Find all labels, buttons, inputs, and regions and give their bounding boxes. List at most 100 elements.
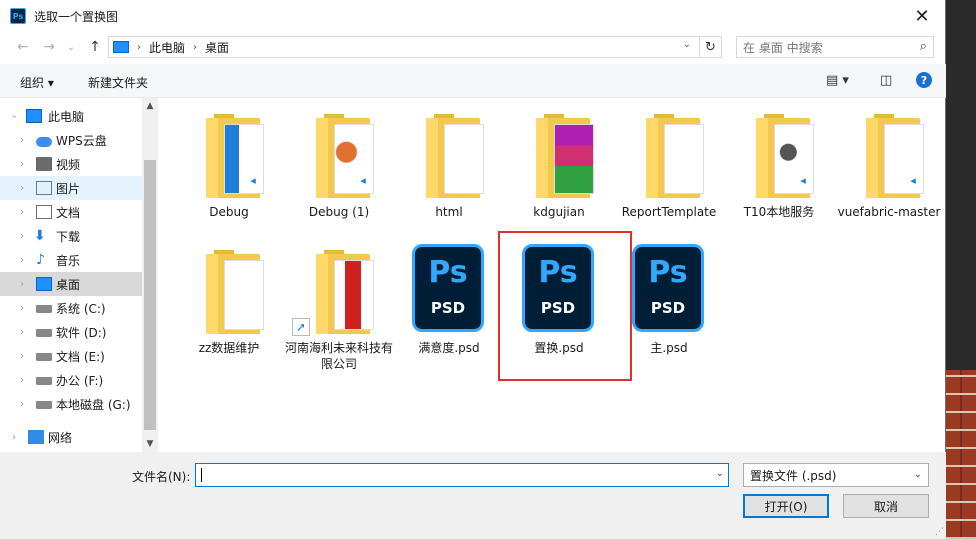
psd-icon-label: PSD <box>650 299 686 317</box>
file-item-html[interactable]: html <box>394 98 504 238</box>
download-icon: ⬇ <box>34 228 46 244</box>
breadcrumb-pc[interactable]: 此电脑 <box>149 39 185 56</box>
chevron-right-icon[interactable]: › <box>20 303 24 314</box>
organize-button[interactable]: 组织 ▾ <box>20 74 54 91</box>
sidebar-item-label: 此电脑 <box>48 109 85 124</box>
picture-icon <box>36 181 52 195</box>
sidebar-item-label: 桌面 <box>56 277 81 292</box>
chevron-right-icon[interactable]: › <box>12 432 16 443</box>
sidebar-item-label: 软件 (D:) <box>56 325 107 340</box>
drive-icon <box>36 353 52 361</box>
chevron-right-icon[interactable]: › <box>20 207 24 218</box>
folder-icon <box>646 114 710 198</box>
breadcrumb-desktop[interactable]: 桌面 <box>205 39 229 56</box>
refresh-button[interactable]: ↻ <box>699 37 721 57</box>
help-icon[interactable]: ? <box>916 72 932 88</box>
back-button[interactable]: ← <box>12 36 34 58</box>
chevron-right-icon[interactable]: › <box>20 399 24 410</box>
chevron-right-icon[interactable]: › <box>20 135 24 146</box>
shortcut-arrow-icon: ➚ <box>292 318 310 336</box>
search-icon[interactable]: ⌕ <box>920 39 927 54</box>
filetype-select[interactable]: 置换文件 (.psd) ⌄ <box>743 463 929 487</box>
navigation-pane: › 此电脑 › WPS云盘 › 视频 › 图片 › 文档 › ⬇ 下载 › ♪ … <box>0 98 158 452</box>
scroll-up-button[interactable]: ▲ <box>142 98 158 114</box>
close-button[interactable]: ✕ <box>899 0 945 32</box>
filetype-value: 置换文件 (.psd) <box>750 468 837 483</box>
folder-icon: ◂ <box>756 114 820 198</box>
chevron-right-icon[interactable]: › <box>20 327 24 338</box>
psd-icon-label: PSD <box>430 299 466 317</box>
title-bar: Ps 选取一个置换图 ✕ <box>0 0 945 32</box>
document-icon <box>36 205 52 219</box>
file-item-debug-1[interactable]: ◂ Debug (1) <box>284 98 394 238</box>
sidebar-item-label: 系统 (C:) <box>56 301 106 316</box>
search-input[interactable]: 在 桌面 中搜索 ⌕ <box>736 36 934 58</box>
file-item-t10-service[interactable]: ◂ T10本地服务 <box>724 98 834 238</box>
sidebar-item-label: 音乐 <box>56 253 81 268</box>
sidebar-item-pc[interactable]: › 此电脑 <box>0 104 142 128</box>
sidebar-item-wps-cloud[interactable]: › WPS云盘 <box>0 128 142 152</box>
sidebar-item-documents[interactable]: › 文档 <box>0 200 142 224</box>
filename-input[interactable]: ⌄ <box>195 463 729 487</box>
scrollbar-thumb[interactable] <box>144 160 156 430</box>
chevron-right-icon[interactable]: › <box>20 375 24 386</box>
photoshop-file-icon: Ps PSD <box>412 244 484 332</box>
chevron-right-icon[interactable]: › <box>20 255 24 266</box>
chevron-down-icon[interactable]: ⌄ <box>914 469 922 480</box>
view-options-icon[interactable]: ▤ ▾ <box>826 73 849 88</box>
psd-icon-ps: Ps <box>428 255 468 290</box>
sidebar-item-label: 本地磁盘 (G:) <box>56 397 131 412</box>
open-button[interactable]: 打开(O) <box>743 494 829 518</box>
sidebar-item-drive-d[interactable]: › 软件 (D:) <box>0 320 142 344</box>
chevron-down-icon[interactable]: › <box>9 114 20 118</box>
highlight-box <box>498 231 632 381</box>
sidebar-item-drive-f[interactable]: › 办公 (F:) <box>0 368 142 392</box>
sidebar-item-drive-e[interactable]: › 文档 (E:) <box>0 344 142 368</box>
file-item-debug[interactable]: ◂ Debug <box>174 98 284 238</box>
file-item-satisfaction-psd[interactable]: Ps PSD 满意度.psd <box>394 234 504 374</box>
pc-icon <box>26 109 42 123</box>
recent-locations-dropdown[interactable]: ⌄ <box>60 36 82 58</box>
file-item-zz-data[interactable]: zz数据维护 <box>174 234 284 374</box>
sidebar-item-desktop[interactable]: › 桌面 <box>0 272 142 296</box>
sidebar-item-pictures[interactable]: › 图片 <box>0 176 142 200</box>
cancel-button[interactable]: 取消 <box>843 494 929 518</box>
chevron-right-icon[interactable]: › <box>20 183 24 194</box>
drive-icon <box>36 329 52 337</box>
video-icon <box>36 157 52 171</box>
chevron-right-icon[interactable]: › <box>20 351 24 362</box>
sidebar-item-network[interactable]: › 网络 <box>0 425 142 449</box>
file-item-company-shortcut[interactable]: ➚ 河南海利未来科技有限公司 <box>284 234 394 374</box>
sidebar-item-drive-c[interactable]: › 系统 (C:) <box>0 296 142 320</box>
chevron-right-icon[interactable]: › <box>20 231 24 242</box>
sidebar-item-drive-g[interactable]: › 本地磁盘 (G:) <box>0 392 142 416</box>
chevron-down-icon[interactable]: ⌄ <box>683 39 691 50</box>
file-item-vuefabric-master[interactable]: ◂ vuefabric-master <box>834 98 944 238</box>
search-placeholder: 在 桌面 中搜索 <box>743 40 823 55</box>
file-item-reporttemplate[interactable]: ReportTemplate <box>614 98 724 238</box>
sidebar-item-videos[interactable]: › 视频 <box>0 152 142 176</box>
folder-icon <box>316 250 380 334</box>
up-button[interactable]: ↑ <box>84 36 106 58</box>
folder-icon <box>426 114 490 198</box>
navigation-row: ← → ⌄ ↑ › 此电脑 › 桌面 ⌄ ↻ 在 桌面 中搜索 ⌕ <box>0 34 946 60</box>
cloud-icon <box>36 137 52 147</box>
sidebar-item-music[interactable]: › ♪ 音乐 <box>0 248 142 272</box>
resize-grip-icon[interactable]: ⋰ <box>935 527 944 537</box>
file-item-kdgujian[interactable]: kdgujian <box>504 98 614 238</box>
photoshop-file-icon: Ps PSD <box>632 244 704 332</box>
new-folder-button[interactable]: 新建文件夹 <box>88 74 148 91</box>
drive-icon <box>36 305 52 313</box>
file-label: ReportTemplate <box>621 205 717 219</box>
forward-button[interactable]: → <box>38 36 60 58</box>
preview-pane-icon[interactable]: ◫ <box>880 73 892 88</box>
sidebar-item-label: 文档 (E:) <box>56 349 105 364</box>
chevron-right-icon[interactable]: › <box>20 279 24 290</box>
file-label: zz数据维护 <box>198 341 260 355</box>
sidebar-scrollbar[interactable]: ▲ ▼ <box>142 98 158 452</box>
chevron-right-icon[interactable]: › <box>20 159 24 170</box>
scroll-down-button[interactable]: ▼ <box>142 436 158 452</box>
address-bar[interactable]: › 此电脑 › 桌面 ⌄ ↻ <box>108 36 722 58</box>
sidebar-item-downloads[interactable]: › ⬇ 下载 <box>0 224 142 248</box>
chevron-down-icon[interactable]: ⌄ <box>716 468 724 479</box>
